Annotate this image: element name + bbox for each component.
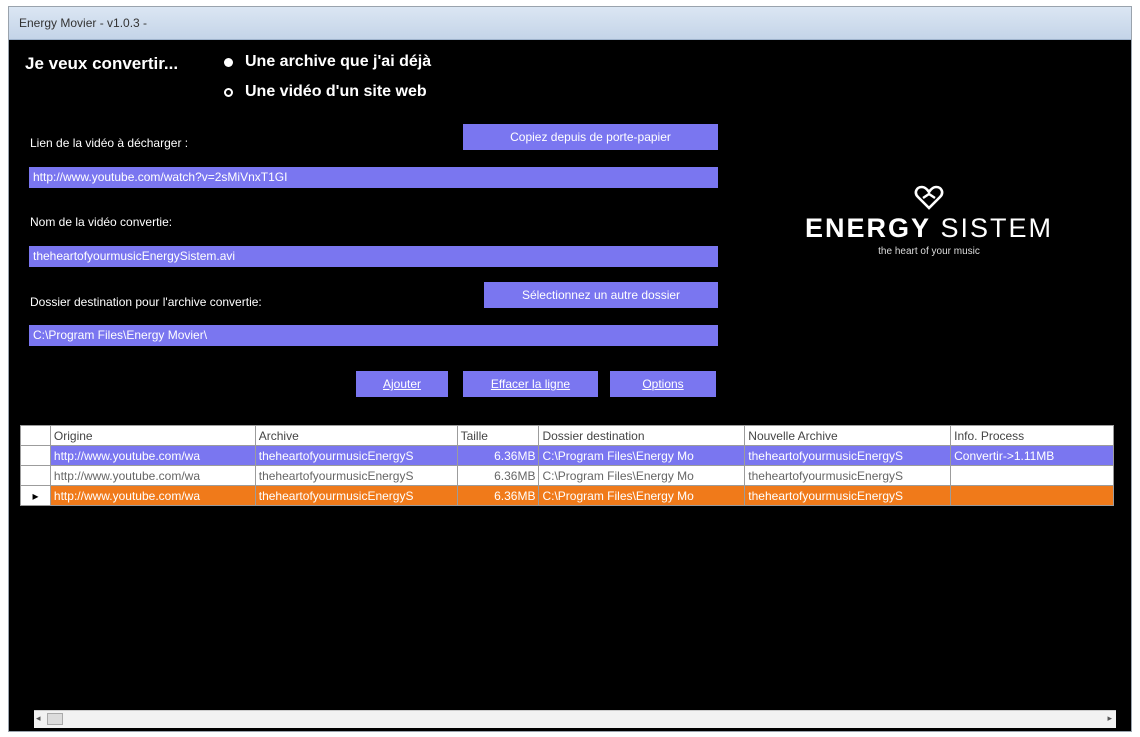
cell-taille[interactable]: 6.36MB (456, 445, 540, 466)
cell-taille[interactable]: 6.36MB (456, 485, 540, 506)
table-row[interactable]: http://www.youtube.com/wa theheartofyour… (20, 445, 1114, 466)
energy-sistem-logo: ENERGY SISTEM the heart of your music (789, 185, 1069, 257)
radio-unselected-icon (224, 87, 233, 97)
cell-origine[interactable]: http://www.youtube.com/wa (49, 465, 256, 486)
converter-form: Je veux convertir... Une archive que j'a… (9, 40, 1131, 419)
cell-info-process[interactable] (950, 465, 1114, 486)
cell-dossier[interactable]: C:\Program Files\Energy Mo (538, 485, 746, 506)
window-title: Energy Movier - v1.0.3 - (19, 16, 148, 30)
cell-dossier[interactable]: C:\Program Files\Energy Mo (538, 465, 746, 486)
column-header[interactable]: Dossier destination (538, 425, 746, 446)
row-header[interactable] (20, 445, 51, 466)
column-header[interactable]: Taille (456, 425, 540, 446)
cell-origine[interactable]: http://www.youtube.com/wa (49, 445, 256, 466)
cell-info-process[interactable]: Convertir->1.11MB (950, 445, 1114, 466)
title-bar[interactable]: Energy Movier - v1.0.3 - (9, 7, 1131, 40)
row-header[interactable] (20, 465, 51, 486)
delete-line-button[interactable]: Effacer la ligne (463, 371, 598, 397)
cell-nouvelle-archive[interactable]: theheartofyourmusicEnergyS (744, 485, 952, 506)
cell-archive[interactable]: theheartofyourmusicEnergyS (254, 445, 458, 466)
heart-icon (914, 185, 944, 210)
radio-existing-archive[interactable]: Une archive que j'ai déjà (224, 53, 431, 71)
radio-label: Une vidéo d'un site web (245, 83, 427, 100)
row-header-corner (20, 425, 51, 446)
cell-nouvelle-archive[interactable]: theheartofyourmusicEnergyS (744, 465, 952, 486)
column-header[interactable]: Origine (49, 425, 256, 446)
column-header[interactable]: Nouvelle Archive (744, 425, 952, 446)
paste-from-clipboard-button[interactable]: Copiez depuis de porte-papier (463, 124, 718, 150)
radio-selected-icon (224, 57, 233, 67)
cell-origine[interactable]: http://www.youtube.com/wa (49, 485, 256, 506)
scroll-thumb[interactable] (47, 713, 63, 725)
radio-label: Une archive que j'ai déjà (245, 53, 432, 70)
radio-website-video[interactable]: Une vidéo d'un site web (224, 83, 427, 101)
cell-taille[interactable]: 6.36MB (456, 465, 540, 486)
column-header[interactable]: Archive (254, 425, 458, 446)
column-header[interactable]: Info. Process (950, 425, 1114, 446)
brand-name: ENERGY SISTEM (804, 213, 1054, 243)
select-folder-button[interactable]: Sélectionnez un autre dossier (484, 282, 718, 308)
cell-archive[interactable]: theheartofyourmusicEnergyS (254, 485, 458, 506)
scroll-right-icon[interactable]: ▸ (1107, 713, 1112, 724)
cell-info-process[interactable] (950, 485, 1114, 506)
video-link-label: Lien de la vidéo à décharger : (30, 136, 189, 150)
table-row-selected[interactable]: ▸ http://www.youtube.com/wa theheartofyo… (20, 485, 1114, 506)
scroll-left-icon[interactable]: ◂ (36, 713, 41, 724)
form-heading: Je veux convertir... (25, 54, 179, 73)
video-link-input[interactable]: http://www.youtube.com/watch?v=2sMiVnxT1… (29, 167, 718, 188)
conversion-queue-table: Origine Archive Taille Dossier destinati… (20, 425, 1114, 506)
dest-folder-input[interactable]: C:\Program Files\Energy Movier\ (29, 325, 718, 346)
table-header-row: Origine Archive Taille Dossier destinati… (20, 425, 1114, 446)
add-button[interactable]: Ajouter (356, 371, 448, 397)
options-button[interactable]: Options (610, 371, 716, 397)
converted-name-label: Nom de la vidéo convertie: (30, 215, 173, 229)
brand-tagline: the heart of your music (878, 246, 980, 257)
cell-archive[interactable]: theheartofyourmusicEnergyS (254, 465, 458, 486)
horizontal-scrollbar[interactable]: ◂ ▸ (34, 710, 1116, 728)
cell-nouvelle-archive[interactable]: theheartofyourmusicEnergyS (744, 445, 952, 466)
dest-folder-label: Dossier destination pour l'archive conve… (30, 295, 262, 309)
converted-name-input[interactable]: theheartofyourmusicEnergySistem.avi (29, 246, 718, 267)
current-row-arrow-icon[interactable]: ▸ (20, 485, 51, 506)
table-row[interactable]: http://www.youtube.com/wa theheartofyour… (20, 465, 1114, 486)
cell-dossier[interactable]: C:\Program Files\Energy Mo (538, 445, 746, 466)
conversion-queue-grid: Origine Archive Taille Dossier destinati… (20, 425, 1114, 708)
